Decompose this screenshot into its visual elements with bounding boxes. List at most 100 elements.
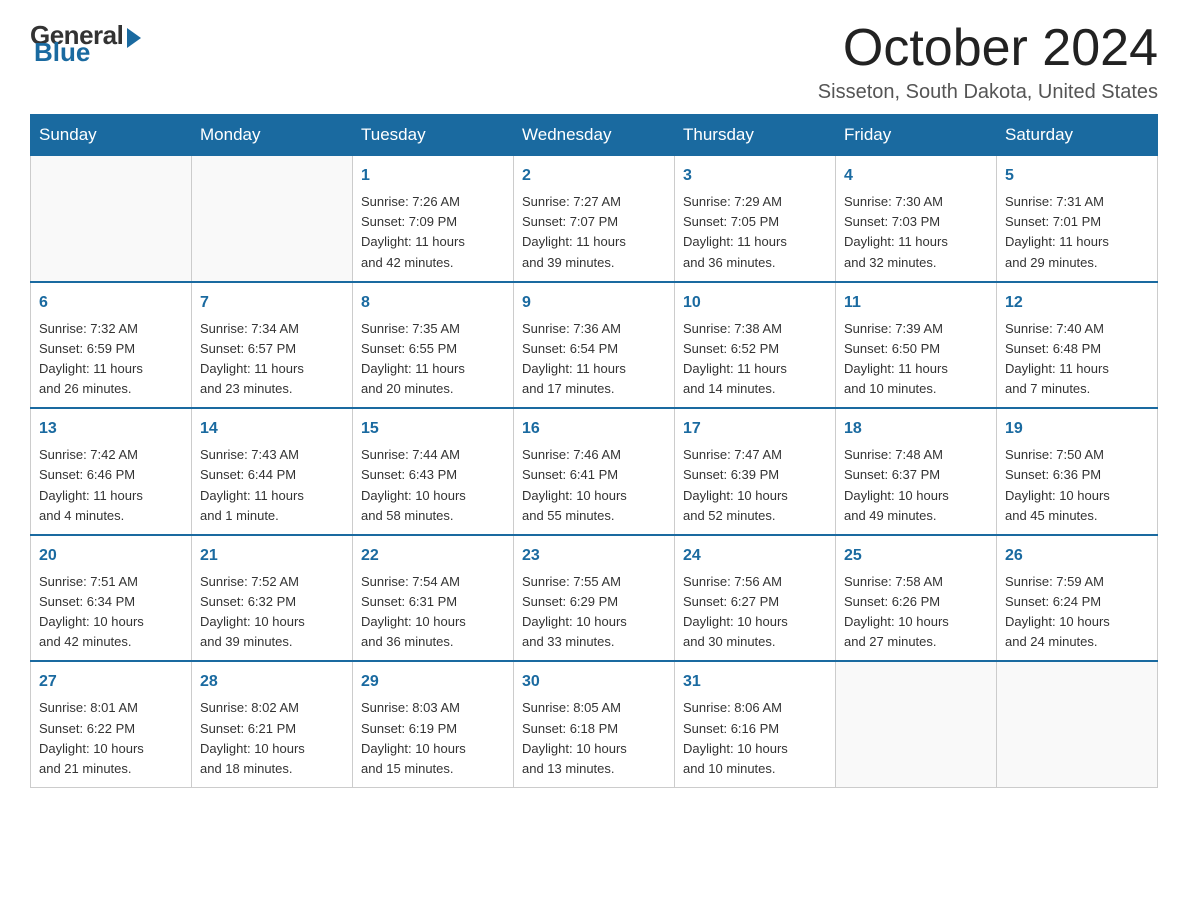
day-number: 13 — [39, 417, 183, 441]
page-header: General Blue October 2024 Sisseton, Sout… — [30, 20, 1158, 104]
day-info: Sunrise: 7:52 AMSunset: 6:32 PMDaylight:… — [200, 572, 344, 653]
day-number: 8 — [361, 291, 505, 315]
day-info: Sunrise: 8:01 AMSunset: 6:22 PMDaylight:… — [39, 698, 183, 779]
calendar-day-cell: 31 Sunrise: 8:06 AMSunset: 6:16 PMDayligh… — [675, 661, 836, 787]
day-number: 20 — [39, 544, 183, 568]
calendar-day-cell: 17Sunrise: 7:47 AMSunset: 6:39 PMDayligh… — [675, 408, 836, 535]
calendar-day-cell: 22Sunrise: 7:54 AMSunset: 6:31 PMDayligh… — [353, 535, 514, 662]
day-info: Sunrise: 8:05 AMSunset: 6:18 PMDaylight:… — [522, 698, 666, 779]
calendar-day-cell: 21 Sunrise: 7:52 AMSunset: 6:32 PMDayligh… — [192, 535, 353, 662]
calendar-day-cell: 9Sunrise: 7:36 AMSunset: 6:54 PMDaylight… — [514, 282, 675, 409]
day-info: Sunrise: 7:50 AMSunset: 6:36 PMDaylight:… — [1005, 445, 1149, 526]
day-number: 28 — [200, 670, 344, 694]
calendar-table: SundayMondayTuesdayWednesdayThursdayFrid… — [30, 114, 1158, 788]
day-info: Sunrise: 7:48 AMSunset: 6:37 PMDaylight:… — [844, 445, 988, 526]
logo-blue-text: Blue — [34, 37, 90, 68]
day-number: 24 — [683, 544, 827, 568]
day-info: Sunrise: 8:06 AMSunset: 6:16 PMDaylight:… — [683, 698, 827, 779]
day-info: Sunrise: 7:39 AMSunset: 6:50 PMDaylight:… — [844, 319, 988, 400]
calendar-day-cell: 2 Sunrise: 7:27 AMSunset: 7:07 PMDaylight… — [514, 156, 675, 282]
day-info: Sunrise: 7:59 AMSunset: 6:24 PMDaylight:… — [1005, 572, 1149, 653]
location-text: Sisseton, South Dakota, United States — [818, 81, 1158, 104]
day-info: Sunrise: 7:55 AMSunset: 6:29 PMDaylight:… — [522, 572, 666, 653]
day-info: Sunrise: 7:32 AMSunset: 6:59 PMDaylight:… — [39, 319, 183, 400]
calendar-day-cell — [997, 661, 1158, 787]
calendar-day-cell: 23 Sunrise: 7:55 AMSunset: 6:29 PMDayligh… — [514, 535, 675, 662]
day-info: Sunrise: 8:02 AMSunset: 6:21 PMDaylight:… — [200, 698, 344, 779]
day-info: Sunrise: 7:47 AMSunset: 6:39 PMDaylight:… — [683, 445, 827, 526]
day-number: 7 — [200, 291, 344, 315]
day-info: Sunrise: 7:30 AMSunset: 7:03 PMDaylight:… — [844, 192, 988, 273]
calendar-day-cell: 28 Sunrise: 8:02 AMSunset: 6:21 PMDayligh… — [192, 661, 353, 787]
calendar-day-cell — [192, 156, 353, 282]
calendar-day-cell: 3Sunrise: 7:29 AMSunset: 7:05 PMDaylight… — [675, 156, 836, 282]
day-number: 25 — [844, 544, 988, 568]
calendar-day-cell: 18 Sunrise: 7:48 AMSunset: 6:37 PMDayligh… — [836, 408, 997, 535]
month-title: October 2024 — [818, 20, 1158, 77]
day-info: Sunrise: 7:26 AMSunset: 7:09 PMDaylight:… — [361, 192, 505, 273]
calendar-day-cell: 20 Sunrise: 7:51 AMSunset: 6:34 PMDayligh… — [31, 535, 192, 662]
day-number: 11 — [844, 291, 988, 315]
day-number: 2 — [522, 164, 666, 188]
calendar-day-cell: 29Sunrise: 8:03 AMSunset: 6:19 PMDayligh… — [353, 661, 514, 787]
calendar-day-cell: 16Sunrise: 7:46 AMSunset: 6:41 PMDayligh… — [514, 408, 675, 535]
calendar-day-cell: 5Sunrise: 7:31 AMSunset: 7:01 PMDaylight… — [997, 156, 1158, 282]
day-number: 12 — [1005, 291, 1149, 315]
logo: General Blue — [30, 20, 141, 68]
day-info: Sunrise: 7:35 AMSunset: 6:55 PMDaylight:… — [361, 319, 505, 400]
day-number: 1 — [361, 164, 505, 188]
calendar-day-cell: 26 Sunrise: 7:59 AMSunset: 6:24 PMDayligh… — [997, 535, 1158, 662]
calendar-day-cell: 13 Sunrise: 7:42 AMSunset: 6:46 PMDayligh… — [31, 408, 192, 535]
calendar-day-cell: 8 Sunrise: 7:35 AMSunset: 6:55 PMDaylight… — [353, 282, 514, 409]
day-info: Sunrise: 7:51 AMSunset: 6:34 PMDaylight:… — [39, 572, 183, 653]
day-number: 6 — [39, 291, 183, 315]
weekday-header: Tuesday — [353, 115, 514, 156]
day-number: 15 — [361, 417, 505, 441]
weekday-header: Thursday — [675, 115, 836, 156]
calendar-day-cell: 19Sunrise: 7:50 AMSunset: 6:36 PMDayligh… — [997, 408, 1158, 535]
calendar-week-row: 6 Sunrise: 7:32 AMSunset: 6:59 PMDaylight… — [31, 282, 1158, 409]
weekday-header: Friday — [836, 115, 997, 156]
calendar-day-cell: 7 Sunrise: 7:34 AMSunset: 6:57 PMDaylight… — [192, 282, 353, 409]
calendar-day-cell — [836, 661, 997, 787]
calendar-day-cell: 1 Sunrise: 7:26 AMSunset: 7:09 PMDaylight… — [353, 156, 514, 282]
day-number: 22 — [361, 544, 505, 568]
weekday-header: Sunday — [31, 115, 192, 156]
calendar-day-cell — [31, 156, 192, 282]
calendar-day-cell: 4 Sunrise: 7:30 AMSunset: 7:03 PMDaylight… — [836, 156, 997, 282]
weekday-header: Saturday — [997, 115, 1158, 156]
day-number: 26 — [1005, 544, 1149, 568]
calendar-week-row: 27 Sunrise: 8:01 AMSunset: 6:22 PMDayligh… — [31, 661, 1158, 787]
day-number: 23 — [522, 544, 666, 568]
day-info: Sunrise: 7:31 AMSunset: 7:01 PMDaylight:… — [1005, 192, 1149, 273]
calendar-week-row: 1 Sunrise: 7:26 AMSunset: 7:09 PMDaylight… — [31, 156, 1158, 282]
day-number: 27 — [39, 670, 183, 694]
day-info: Sunrise: 7:46 AMSunset: 6:41 PMDaylight:… — [522, 445, 666, 526]
calendar-day-cell: 24Sunrise: 7:56 AMSunset: 6:27 PMDayligh… — [675, 535, 836, 662]
day-info: Sunrise: 7:40 AMSunset: 6:48 PMDaylight:… — [1005, 319, 1149, 400]
day-number: 31 — [683, 670, 827, 694]
day-info: Sunrise: 7:27 AMSunset: 7:07 PMDaylight:… — [522, 192, 666, 273]
day-number: 10 — [683, 291, 827, 315]
logo-arrow-icon — [127, 28, 141, 48]
calendar-week-row: 13 Sunrise: 7:42 AMSunset: 6:46 PMDayligh… — [31, 408, 1158, 535]
day-info: Sunrise: 7:29 AMSunset: 7:05 PMDaylight:… — [683, 192, 827, 273]
calendar-day-cell: 25 Sunrise: 7:58 AMSunset: 6:26 PMDayligh… — [836, 535, 997, 662]
day-info: Sunrise: 7:34 AMSunset: 6:57 PMDaylight:… — [200, 319, 344, 400]
day-number: 21 — [200, 544, 344, 568]
day-info: Sunrise: 7:42 AMSunset: 6:46 PMDaylight:… — [39, 445, 183, 526]
calendar-day-cell: 30Sunrise: 8:05 AMSunset: 6:18 PMDayligh… — [514, 661, 675, 787]
day-number: 4 — [844, 164, 988, 188]
calendar-day-cell: 27 Sunrise: 8:01 AMSunset: 6:22 PMDayligh… — [31, 661, 192, 787]
day-info: Sunrise: 7:44 AMSunset: 6:43 PMDaylight:… — [361, 445, 505, 526]
day-info: Sunrise: 7:43 AMSunset: 6:44 PMDaylight:… — [200, 445, 344, 526]
calendar-day-cell: 12 Sunrise: 7:40 AMSunset: 6:48 PMDayligh… — [997, 282, 1158, 409]
day-number: 14 — [200, 417, 344, 441]
calendar-week-row: 20 Sunrise: 7:51 AMSunset: 6:34 PMDayligh… — [31, 535, 1158, 662]
day-number: 18 — [844, 417, 988, 441]
weekday-header: Wednesday — [514, 115, 675, 156]
day-number: 29 — [361, 670, 505, 694]
calendar-day-cell: 11 Sunrise: 7:39 AMSunset: 6:50 PMDayligh… — [836, 282, 997, 409]
day-info: Sunrise: 7:58 AMSunset: 6:26 PMDaylight:… — [844, 572, 988, 653]
calendar-header-row: SundayMondayTuesdayWednesdayThursdayFrid… — [31, 115, 1158, 156]
